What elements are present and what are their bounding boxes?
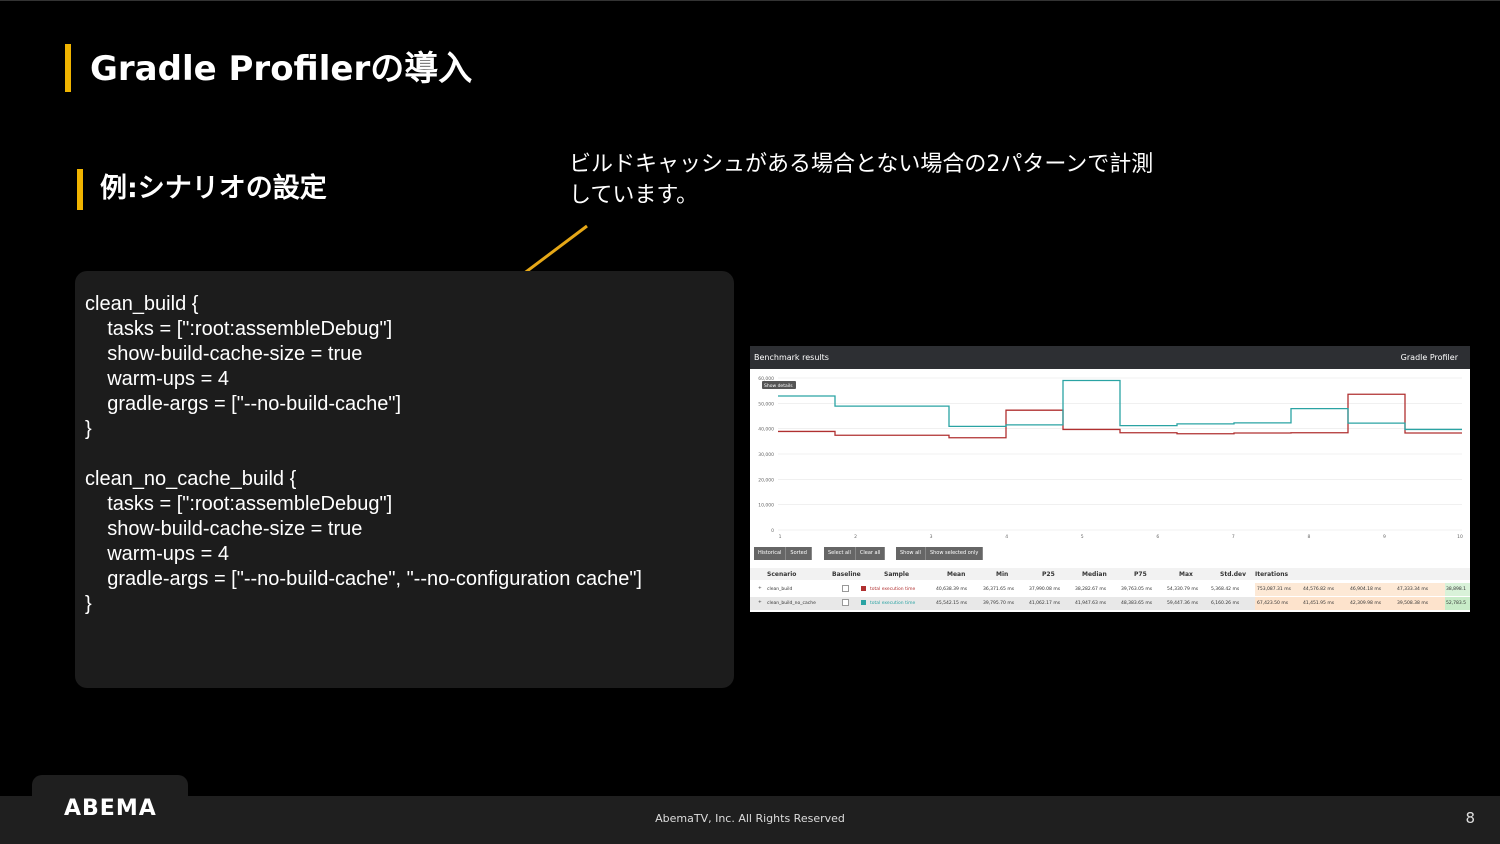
x-tick-label: 1 [779, 534, 782, 540]
row-iteration: 38,898.1 [1446, 587, 1467, 592]
title-accent-bar [65, 44, 71, 92]
abema-logo: ABEMA [64, 796, 157, 821]
row-stddev: 5,368.42 ms [1211, 587, 1240, 592]
page-title: Gradle Profilerの導入 [90, 49, 473, 89]
row-p75: 39,763.05 ms [1121, 587, 1153, 592]
col-min: Min [996, 571, 1009, 578]
col-median: Median [1082, 571, 1107, 578]
row-mean: 45,542.15 ms [936, 601, 968, 606]
row-iteration: 46,904.18 ms [1350, 587, 1382, 592]
x-tick-label: 7 [1232, 534, 1235, 540]
copyright-text: AbemaTV, Inc. All Rights Reserved [655, 812, 845, 825]
expand-icon[interactable]: + [758, 586, 762, 591]
clear-all-button[interactable]: Clear all [855, 547, 886, 560]
baseline-checkbox[interactable] [842, 599, 849, 606]
benchmark-results-screenshot: Benchmark results Gradle Profiler 60,000… [750, 346, 1470, 612]
page-number: 8 [1465, 809, 1475, 827]
row-sample: total execution time [870, 587, 916, 592]
col-mean: Mean [947, 571, 966, 578]
x-tick-label: 3 [930, 534, 933, 540]
y-tick-label: 0 [771, 528, 774, 534]
row-min: 39,795.70 ms [983, 601, 1015, 606]
x-tick-label: 2 [854, 534, 857, 540]
col-iterations: Iterations [1255, 571, 1289, 578]
series-line-clean_build_no_cache [778, 379, 1462, 431]
row-iteration: 67,423.50 ms [1257, 601, 1289, 606]
table-row[interactable]: + clean_build_no_cache total execution t… [750, 597, 1470, 610]
row-iteration: 47,333.34 ms [1397, 587, 1429, 592]
historical-button[interactable]: Historical [754, 547, 787, 560]
row-p25: 41,062.17 ms [1029, 601, 1061, 606]
top-divider [0, 0, 1500, 1]
row-iteration: 39,508.38 ms [1397, 601, 1429, 606]
view-toggle-group: Historical Sorted [754, 547, 812, 560]
row-scenario: clean_build_no_cache [767, 601, 816, 606]
subtitle-accent-bar [77, 169, 83, 210]
results-table-header: Scenario Baseline Sample Mean Min P25 Me… [750, 568, 1470, 580]
x-tick-label: 4 [1005, 534, 1008, 540]
row-sample: total execution time [870, 601, 916, 606]
row-iteration: 41,451.95 ms [1303, 601, 1335, 606]
x-tick-label: 5 [1081, 534, 1084, 540]
scenario-config-code: clean_build { tasks = [":root:assembleDe… [85, 293, 642, 615]
show-selected-only-button[interactable]: Show selected only [925, 547, 984, 560]
annotation-text: ビルドキャッシュがある場合とない場合の2パターンで計測しています。 [569, 152, 1154, 208]
col-baseline: Baseline [832, 571, 861, 578]
col-scenario: Scenario [767, 571, 797, 578]
x-tick-label: 9 [1383, 534, 1386, 540]
table-row[interactable]: + clean_build total execution time 40,63… [750, 583, 1470, 596]
row-min: 36,371.65 ms [983, 587, 1015, 592]
y-tick-label: 40,000 [758, 427, 774, 433]
sample-checkbox[interactable] [861, 600, 866, 605]
sample-checkbox[interactable] [861, 586, 866, 591]
row-iteration: 52,783.5 [1446, 601, 1467, 606]
select-all-button[interactable]: Select all [824, 547, 856, 560]
benchmark-header: Benchmark results Gradle Profiler [750, 346, 1470, 369]
col-sample: Sample [884, 571, 910, 578]
expand-icon[interactable]: + [758, 600, 762, 605]
sorted-button[interactable]: Sorted [786, 547, 812, 560]
y-tick-label: 30,000 [758, 452, 774, 458]
section-subtitle: 例:シナリオの設定 [100, 173, 327, 204]
baseline-checkbox[interactable] [842, 585, 849, 592]
row-median: 41,947.63 ms [1075, 601, 1107, 606]
show-toggle-group: Show all Show selected only [896, 547, 984, 560]
show-all-button[interactable]: Show all [896, 547, 926, 560]
row-iteration: 753,087.31 ms [1257, 587, 1291, 592]
y-tick-label: 20,000 [758, 477, 774, 483]
benchmark-chart: 60,00050,00040,00030,00020,00010,00001 2 3… [758, 376, 1463, 540]
row-stddev: 6,160.26 ms [1211, 601, 1240, 606]
col-stddev: Std.dev [1220, 571, 1247, 578]
x-tick-label: 8 [1307, 534, 1310, 540]
select-toggle-group: Select all Clear all [824, 547, 886, 560]
row-median: 38,282.67 ms [1075, 587, 1107, 592]
row-p75: 48,383.65 ms [1121, 601, 1153, 606]
y-tick-label: 10,000 [758, 503, 774, 509]
show-details-label: Show details [764, 383, 793, 389]
x-tick-label: 6 [1156, 534, 1159, 540]
row-mean: 40,638.39 ms [936, 587, 968, 592]
gradle-profiler-label: Gradle Profiler [1400, 353, 1458, 362]
row-max: 59,447.36 ms [1167, 601, 1199, 606]
x-tick-label: 10 [1457, 534, 1463, 540]
y-tick-label: 50,000 [758, 401, 774, 407]
benchmark-title: Benchmark results [754, 353, 829, 362]
row-max: 54,330.79 ms [1167, 587, 1199, 592]
col-p75: P75 [1134, 571, 1147, 578]
col-max: Max [1179, 571, 1193, 578]
row-iteration: 42,309.98 ms [1350, 601, 1382, 606]
col-p25: P25 [1042, 571, 1055, 578]
row-scenario: clean_build [767, 587, 793, 592]
row-iteration: 44,576.82 ms [1303, 587, 1335, 592]
row-p25: 37,990.08 ms [1029, 587, 1061, 592]
